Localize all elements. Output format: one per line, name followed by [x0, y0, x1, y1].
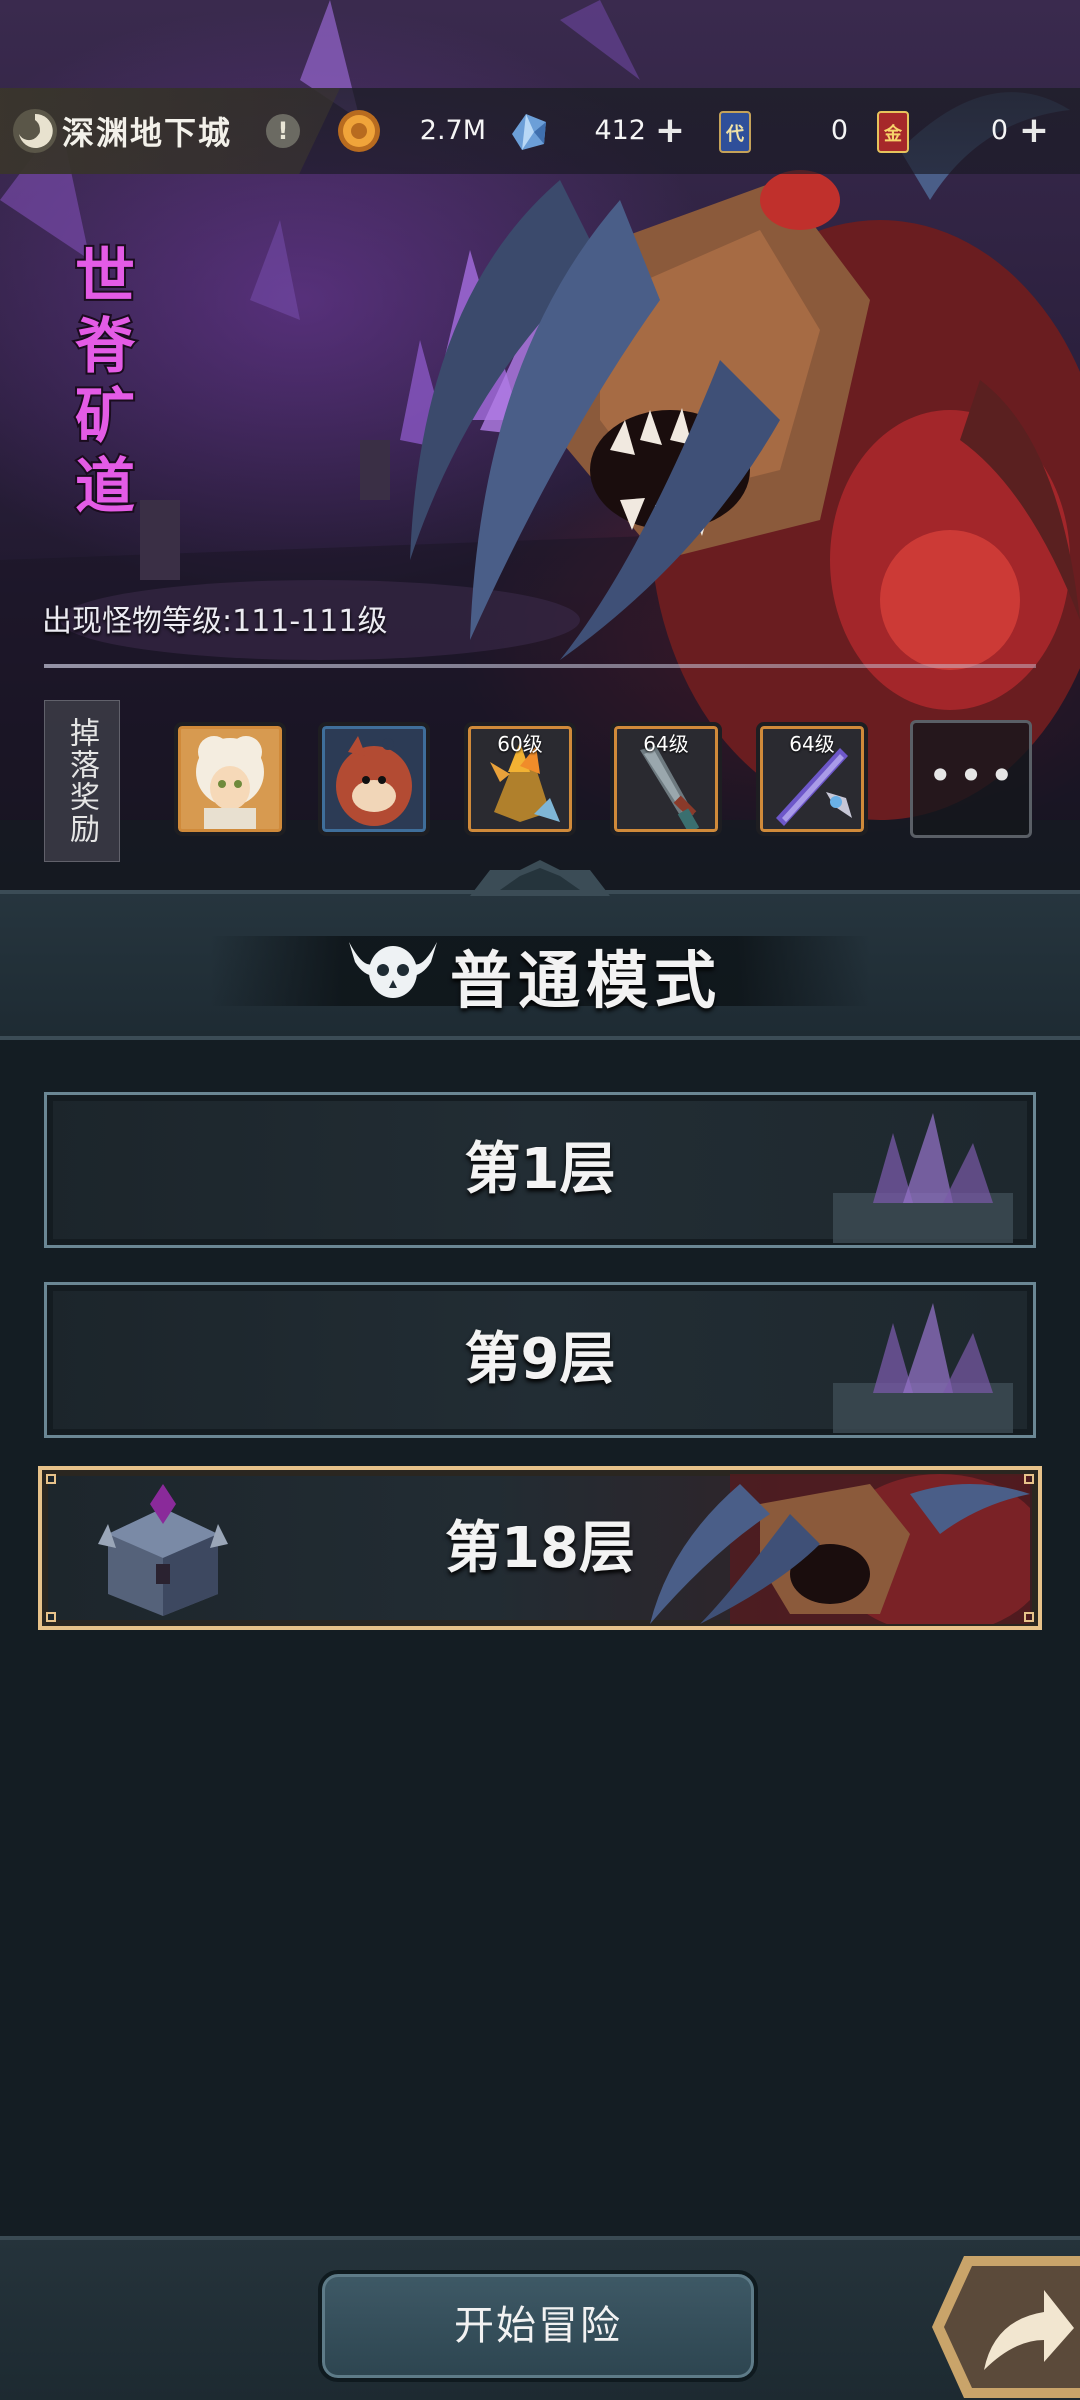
info-icon[interactable]: !	[266, 114, 300, 148]
dungeon-name-banner: 世 脊 矿 道	[73, 240, 138, 524]
gold-ticket-card-icon: 金	[877, 111, 909, 153]
blue-ticket-amount: 0	[830, 115, 848, 146]
blue-ticket-card-icon: 代	[719, 111, 751, 153]
start-adventure-label: 开始冒险	[454, 2303, 622, 2349]
game-title: 深渊地下城	[62, 114, 233, 152]
floor-label: 第18层	[445, 1516, 635, 1581]
drop-item-hero[interactable]	[174, 722, 286, 836]
more-dots-icon: •••	[927, 751, 1021, 800]
hero-divider	[44, 664, 1036, 668]
mode-title: 普通模式	[450, 944, 723, 1017]
drop-item-gauntlet[interactable]: 60级	[464, 722, 576, 836]
crystal-resource: 412	[506, 102, 646, 160]
dungeon-name-char: 世	[75, 242, 135, 312]
drop-item-level: 64级	[643, 732, 689, 756]
drop-item-pet[interactable]	[318, 722, 430, 836]
coin-icon	[338, 110, 380, 152]
crystal-gem-icon	[512, 114, 546, 150]
panel-notch-ornament	[470, 860, 610, 896]
drop-item-dagger[interactable]: 64级	[610, 722, 722, 836]
spiral-emblem-icon	[13, 109, 57, 153]
start-adventure-button[interactable]: 开始冒险	[318, 2270, 758, 2382]
monster-level-text: 出现怪物等级:111-111级	[42, 604, 388, 639]
svg-text:金: 金	[883, 123, 903, 145]
drop-rewards-label: 掉落奖励	[44, 700, 120, 862]
coin-amount: 2.7M	[419, 115, 486, 146]
floor-label: 第1层	[464, 1137, 616, 1202]
drop-item-level: 60级	[497, 732, 543, 756]
top-resource-bar: 深渊地下城 ! 2.7M 412 + 代 0 金 0 +	[0, 88, 1080, 174]
floor-option-9[interactable]: 第9层	[44, 1282, 1036, 1438]
add-crystal-button[interactable]: +	[650, 108, 690, 154]
coin-resource: 2.7M	[336, 102, 486, 160]
gold-ticket-amount: 0	[990, 115, 1008, 146]
drop-item-level: 64级	[789, 732, 835, 756]
blue-ticket-resource: 代 0	[712, 102, 848, 160]
add-gold-ticket-button[interactable]: +	[1014, 108, 1054, 154]
floor-option-1[interactable]: 第1层	[44, 1092, 1036, 1248]
gold-ticket-resource: 金 0	[870, 102, 1008, 160]
more-drops-button[interactable]: •••	[910, 720, 1032, 838]
svg-text:道: 道	[75, 452, 135, 522]
crystal-amount: 412	[594, 115, 646, 146]
floor-label: 第9层	[464, 1327, 616, 1392]
mode-header-panel: 普通模式	[0, 890, 1080, 1040]
bottom-action-bar: 开始冒险	[0, 2236, 1080, 2400]
svg-text:代: 代	[725, 124, 744, 145]
drop-item-sword[interactable]: 64级	[756, 722, 868, 836]
share-arrow-icon[interactable]	[924, 2250, 1080, 2400]
svg-text:矿: 矿	[75, 382, 135, 452]
svg-text:脊: 脊	[75, 312, 136, 382]
horned-skull-icon	[349, 942, 437, 998]
floor-option-18-selected[interactable]: 第18层	[38, 1466, 1042, 1630]
